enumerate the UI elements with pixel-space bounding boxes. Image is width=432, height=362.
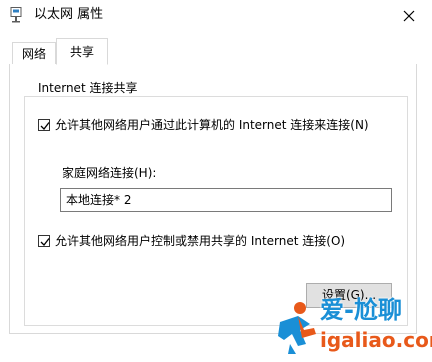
tab-network[interactable]: 网络 (12, 42, 56, 64)
window-title: 以太网 属性 (34, 7, 104, 22)
close-button[interactable] (396, 4, 422, 28)
home-network-value: 本地连接* 2 (66, 193, 132, 207)
home-network-select[interactable]: 本地连接* 2 (60, 188, 392, 212)
ethernet-properties-window: 以太网 属性 网络 共享 Internet 连接共享 允许其他网络用户通过此计算… (0, 0, 432, 362)
running-figure-logo-icon (278, 302, 316, 354)
watermark-url: igaliao.com (320, 328, 432, 352)
allow-share-label: 允许其他网络用户通过此计算机的 Internet 连接来连接(N) (55, 118, 369, 132)
allow-control-checkbox[interactable] (38, 235, 50, 247)
checkmark-icon (40, 238, 50, 246)
title-bar: 以太网 属性 (0, 0, 432, 32)
allow-share-checkbox[interactable] (38, 119, 50, 131)
site-watermark: 爱-尬聊 igaliao.com (270, 296, 432, 358)
allow-control-label: 允许其他网络用户控制或禁用共享的 Internet 连接(O) (55, 234, 346, 248)
network-adapter-icon (10, 7, 22, 23)
home-network-label: 家庭网络连接(H): (62, 166, 157, 180)
ics-group-title: Internet 连接共享 (34, 80, 142, 96)
checkmark-icon (40, 122, 50, 130)
tab-sharing[interactable]: 共享 (56, 38, 108, 65)
close-icon (403, 10, 415, 22)
watermark-brand: 爱-尬聊 (320, 296, 402, 324)
